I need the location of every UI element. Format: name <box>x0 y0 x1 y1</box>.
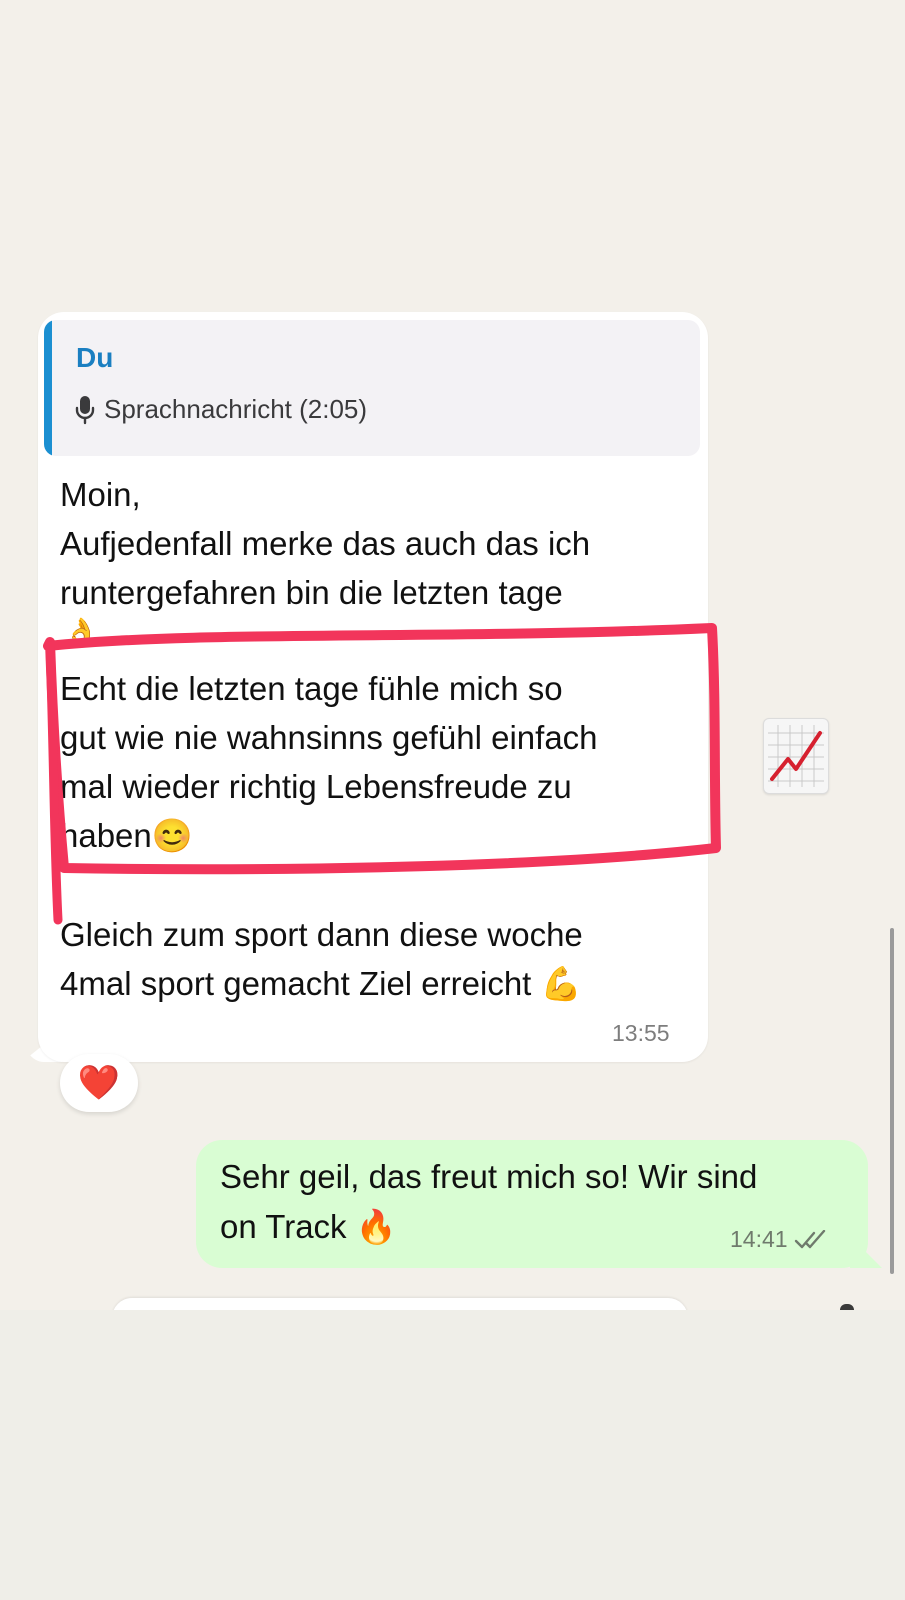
double-check-icon <box>794 1229 828 1250</box>
message-line: haben😊 <box>60 817 193 854</box>
outgoing-timestamp: 14:41 <box>730 1226 788 1252</box>
voice-note-label: Sprachnachricht (2:05) <box>104 394 368 424</box>
message-line: Aufjedenfall merke das auch das ich <box>60 525 591 562</box>
message-line: Gleich zum sport dann diese woche <box>60 916 583 953</box>
heart-icon: ❤️ <box>77 1064 121 1102</box>
quote-voice-note: Sprachnachricht (2:05) <box>74 394 367 425</box>
message-line: 4mal sport gemacht Ziel erreicht 💪 <box>60 965 582 1002</box>
quote-author: Du <box>76 342 114 373</box>
scrollbar[interactable] <box>890 928 894 1274</box>
ok-hand-emoji: 👌 <box>64 616 99 649</box>
microphone-icon <box>74 395 96 425</box>
message-line: gut wie nie wahnsinns gefühl einfach <box>60 719 598 756</box>
message-line: Echt die letzten tage fühle mich so <box>60 670 563 707</box>
message-line: Moin, <box>60 476 141 513</box>
chart-increasing-icon <box>763 718 829 794</box>
message-line: Sehr geil, das freut mich so! Wir sind <box>220 1158 758 1195</box>
outgoing-meta: 14:41 <box>730 1226 828 1253</box>
quoted-message[interactable]: Du Sprachnachricht (2:05) <box>44 320 700 456</box>
heart-reaction[interactable]: ❤️ <box>60 1054 138 1112</box>
quote-accent-bar <box>44 320 52 456</box>
message-line: mal wieder richtig Lebensfreude zu <box>60 768 572 805</box>
incoming-timestamp: 13:55 <box>612 1020 670 1046</box>
bottom-mask <box>0 1310 905 1600</box>
